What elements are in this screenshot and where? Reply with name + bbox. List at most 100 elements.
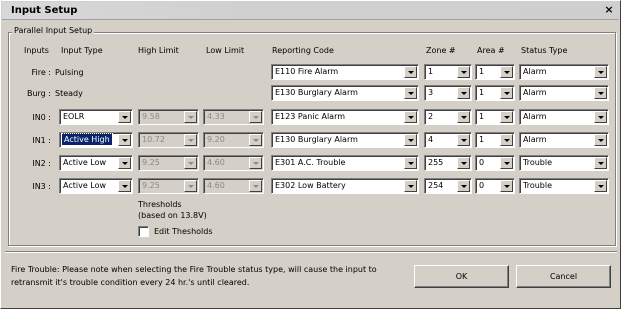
thresholds-basis-label: (based on 13.8V) xyxy=(138,211,207,220)
burg-input-type: Steady xyxy=(55,89,83,98)
header-zone: Zone # xyxy=(426,46,456,55)
chevron-down-icon[interactable] xyxy=(118,180,131,192)
in0-low-limit-select: 4.33 xyxy=(203,109,264,125)
chevron-down-icon[interactable] xyxy=(457,157,470,169)
chevron-down-icon[interactable] xyxy=(457,66,470,78)
window-title: Input Setup xyxy=(11,5,78,16)
chevron-down-icon[interactable] xyxy=(500,66,513,78)
in1-reporting-code-select[interactable]: E130 Burglary Alarm xyxy=(271,132,419,148)
in3-reporting-code-select[interactable]: E302 Low Battery xyxy=(271,178,419,194)
fire-input-type: Pulsing xyxy=(55,68,84,77)
chevron-down-icon xyxy=(249,157,262,169)
chevron-down-icon[interactable] xyxy=(404,66,417,78)
in2-area-select[interactable]: 0 xyxy=(475,155,515,171)
row-label-fire: Fire : xyxy=(31,68,51,77)
fire-area-select[interactable]: 1 xyxy=(475,64,515,80)
chevron-down-icon xyxy=(249,180,262,192)
in1-zone-select[interactable]: 4 xyxy=(424,132,472,148)
chevron-down-icon xyxy=(184,157,197,169)
edit-thresholds-label[interactable]: Edit Thesholds xyxy=(154,227,213,236)
in3-status-select[interactable]: Trouble xyxy=(519,178,609,194)
in2-high-limit-select: 9.25 xyxy=(138,155,199,171)
chevron-down-icon[interactable] xyxy=(500,180,513,192)
cancel-button[interactable]: Cancel xyxy=(516,265,611,288)
burg-status-select[interactable]: Alarm xyxy=(519,85,609,101)
chevron-down-icon xyxy=(249,134,262,146)
header-high-limit: High Limit xyxy=(138,46,179,55)
edit-thresholds-checkbox[interactable] xyxy=(138,226,149,237)
chevron-down-icon[interactable] xyxy=(594,180,607,192)
in0-zone-select[interactable]: 2 xyxy=(424,109,472,125)
row-label-in3: IN3 : xyxy=(32,182,51,191)
chevron-down-icon[interactable] xyxy=(457,134,470,146)
title-bar[interactable]: Input Setup × xyxy=(2,2,619,20)
header-input-type: Input Type xyxy=(61,46,103,55)
in3-zone-select[interactable]: 254 xyxy=(424,178,472,194)
in3-area-select[interactable]: 0 xyxy=(475,178,515,194)
header-area: Area # xyxy=(477,46,505,55)
in1-area-select[interactable]: 1 xyxy=(475,132,515,148)
chevron-down-icon[interactable] xyxy=(500,134,513,146)
chevron-down-icon[interactable] xyxy=(404,87,417,99)
in0-input-type-select[interactable]: EOLR xyxy=(59,109,133,125)
burg-area-select[interactable]: 1 xyxy=(475,85,515,101)
in2-zone-select[interactable]: 255 xyxy=(424,155,472,171)
fire-reporting-code-select[interactable]: E110 Fire Alarm xyxy=(271,64,419,80)
chevron-down-icon[interactable] xyxy=(457,180,470,192)
header-low-limit: Low Limit xyxy=(206,46,245,55)
in1-low-limit-select: 9.20 xyxy=(203,132,264,148)
in3-low-limit-select: 4.60 xyxy=(203,178,264,194)
chevron-down-icon[interactable] xyxy=(118,134,131,146)
row-label-in1: IN1 : xyxy=(32,136,51,145)
chevron-down-icon xyxy=(184,111,197,123)
chevron-down-icon[interactable] xyxy=(594,134,607,146)
fire-zone-select[interactable]: 1 xyxy=(424,64,472,80)
chevron-down-icon[interactable] xyxy=(500,111,513,123)
fire-status-select[interactable]: Alarm xyxy=(519,64,609,80)
row-label-in0: IN0 : xyxy=(32,113,51,122)
chevron-down-icon[interactable] xyxy=(118,111,131,123)
in0-reporting-code-select[interactable]: E123 Panic Alarm xyxy=(271,109,419,125)
in0-area-select[interactable]: 1 xyxy=(475,109,515,125)
chevron-down-icon[interactable] xyxy=(594,111,607,123)
thresholds-label: Thresholds xyxy=(138,200,182,209)
chevron-down-icon xyxy=(249,111,262,123)
chevron-down-icon[interactable] xyxy=(404,111,417,123)
burg-zone-select[interactable]: 3 xyxy=(424,85,472,101)
chevron-down-icon[interactable] xyxy=(500,157,513,169)
in3-input-type-select[interactable]: Active Low xyxy=(59,178,133,194)
in1-status-select[interactable]: Alarm xyxy=(519,132,609,148)
separator xyxy=(5,251,617,253)
chevron-down-icon[interactable] xyxy=(404,157,417,169)
header-inputs: Inputs xyxy=(24,46,49,55)
in0-high-limit-select: 9.58 xyxy=(138,109,199,125)
chevron-down-icon[interactable] xyxy=(404,134,417,146)
row-label-in2: IN2 : xyxy=(32,159,51,168)
in1-input-type-select[interactable]: Active High xyxy=(59,132,133,148)
in2-status-select[interactable]: Trouble xyxy=(519,155,609,171)
in0-status-select[interactable]: Alarm xyxy=(519,109,609,125)
chevron-down-icon[interactable] xyxy=(457,87,470,99)
chevron-down-icon[interactable] xyxy=(500,87,513,99)
in1-high-limit-select: 10.72 xyxy=(138,132,199,148)
ok-button[interactable]: OK xyxy=(414,265,509,288)
chevron-down-icon xyxy=(184,180,197,192)
row-label-burg: Burg : xyxy=(26,89,51,98)
in2-input-type-select[interactable]: Active Low xyxy=(59,155,133,171)
in2-low-limit-select: 4.60 xyxy=(203,155,264,171)
chevron-down-icon xyxy=(184,134,197,146)
chevron-down-icon[interactable] xyxy=(118,157,131,169)
in2-reporting-code-select[interactable]: E301 A.C. Trouble xyxy=(271,155,419,171)
fire-trouble-note: Fire Trouble: Please note when selecting… xyxy=(11,265,377,287)
header-status-type: Status Type xyxy=(521,46,568,55)
burg-reporting-code-select[interactable]: E130 Burglary Alarm xyxy=(271,85,419,101)
group-label: Parallel Input Setup xyxy=(12,26,95,35)
chevron-down-icon[interactable] xyxy=(594,87,607,99)
chevron-down-icon[interactable] xyxy=(594,66,607,78)
chevron-down-icon[interactable] xyxy=(457,111,470,123)
close-icon[interactable]: × xyxy=(602,4,616,17)
chevron-down-icon[interactable] xyxy=(594,157,607,169)
header-reporting-code: Reporting Code xyxy=(272,46,334,55)
chevron-down-icon[interactable] xyxy=(404,180,417,192)
input-setup-dialog: Input Setup × Parallel Input Setup Input… xyxy=(0,0,621,309)
